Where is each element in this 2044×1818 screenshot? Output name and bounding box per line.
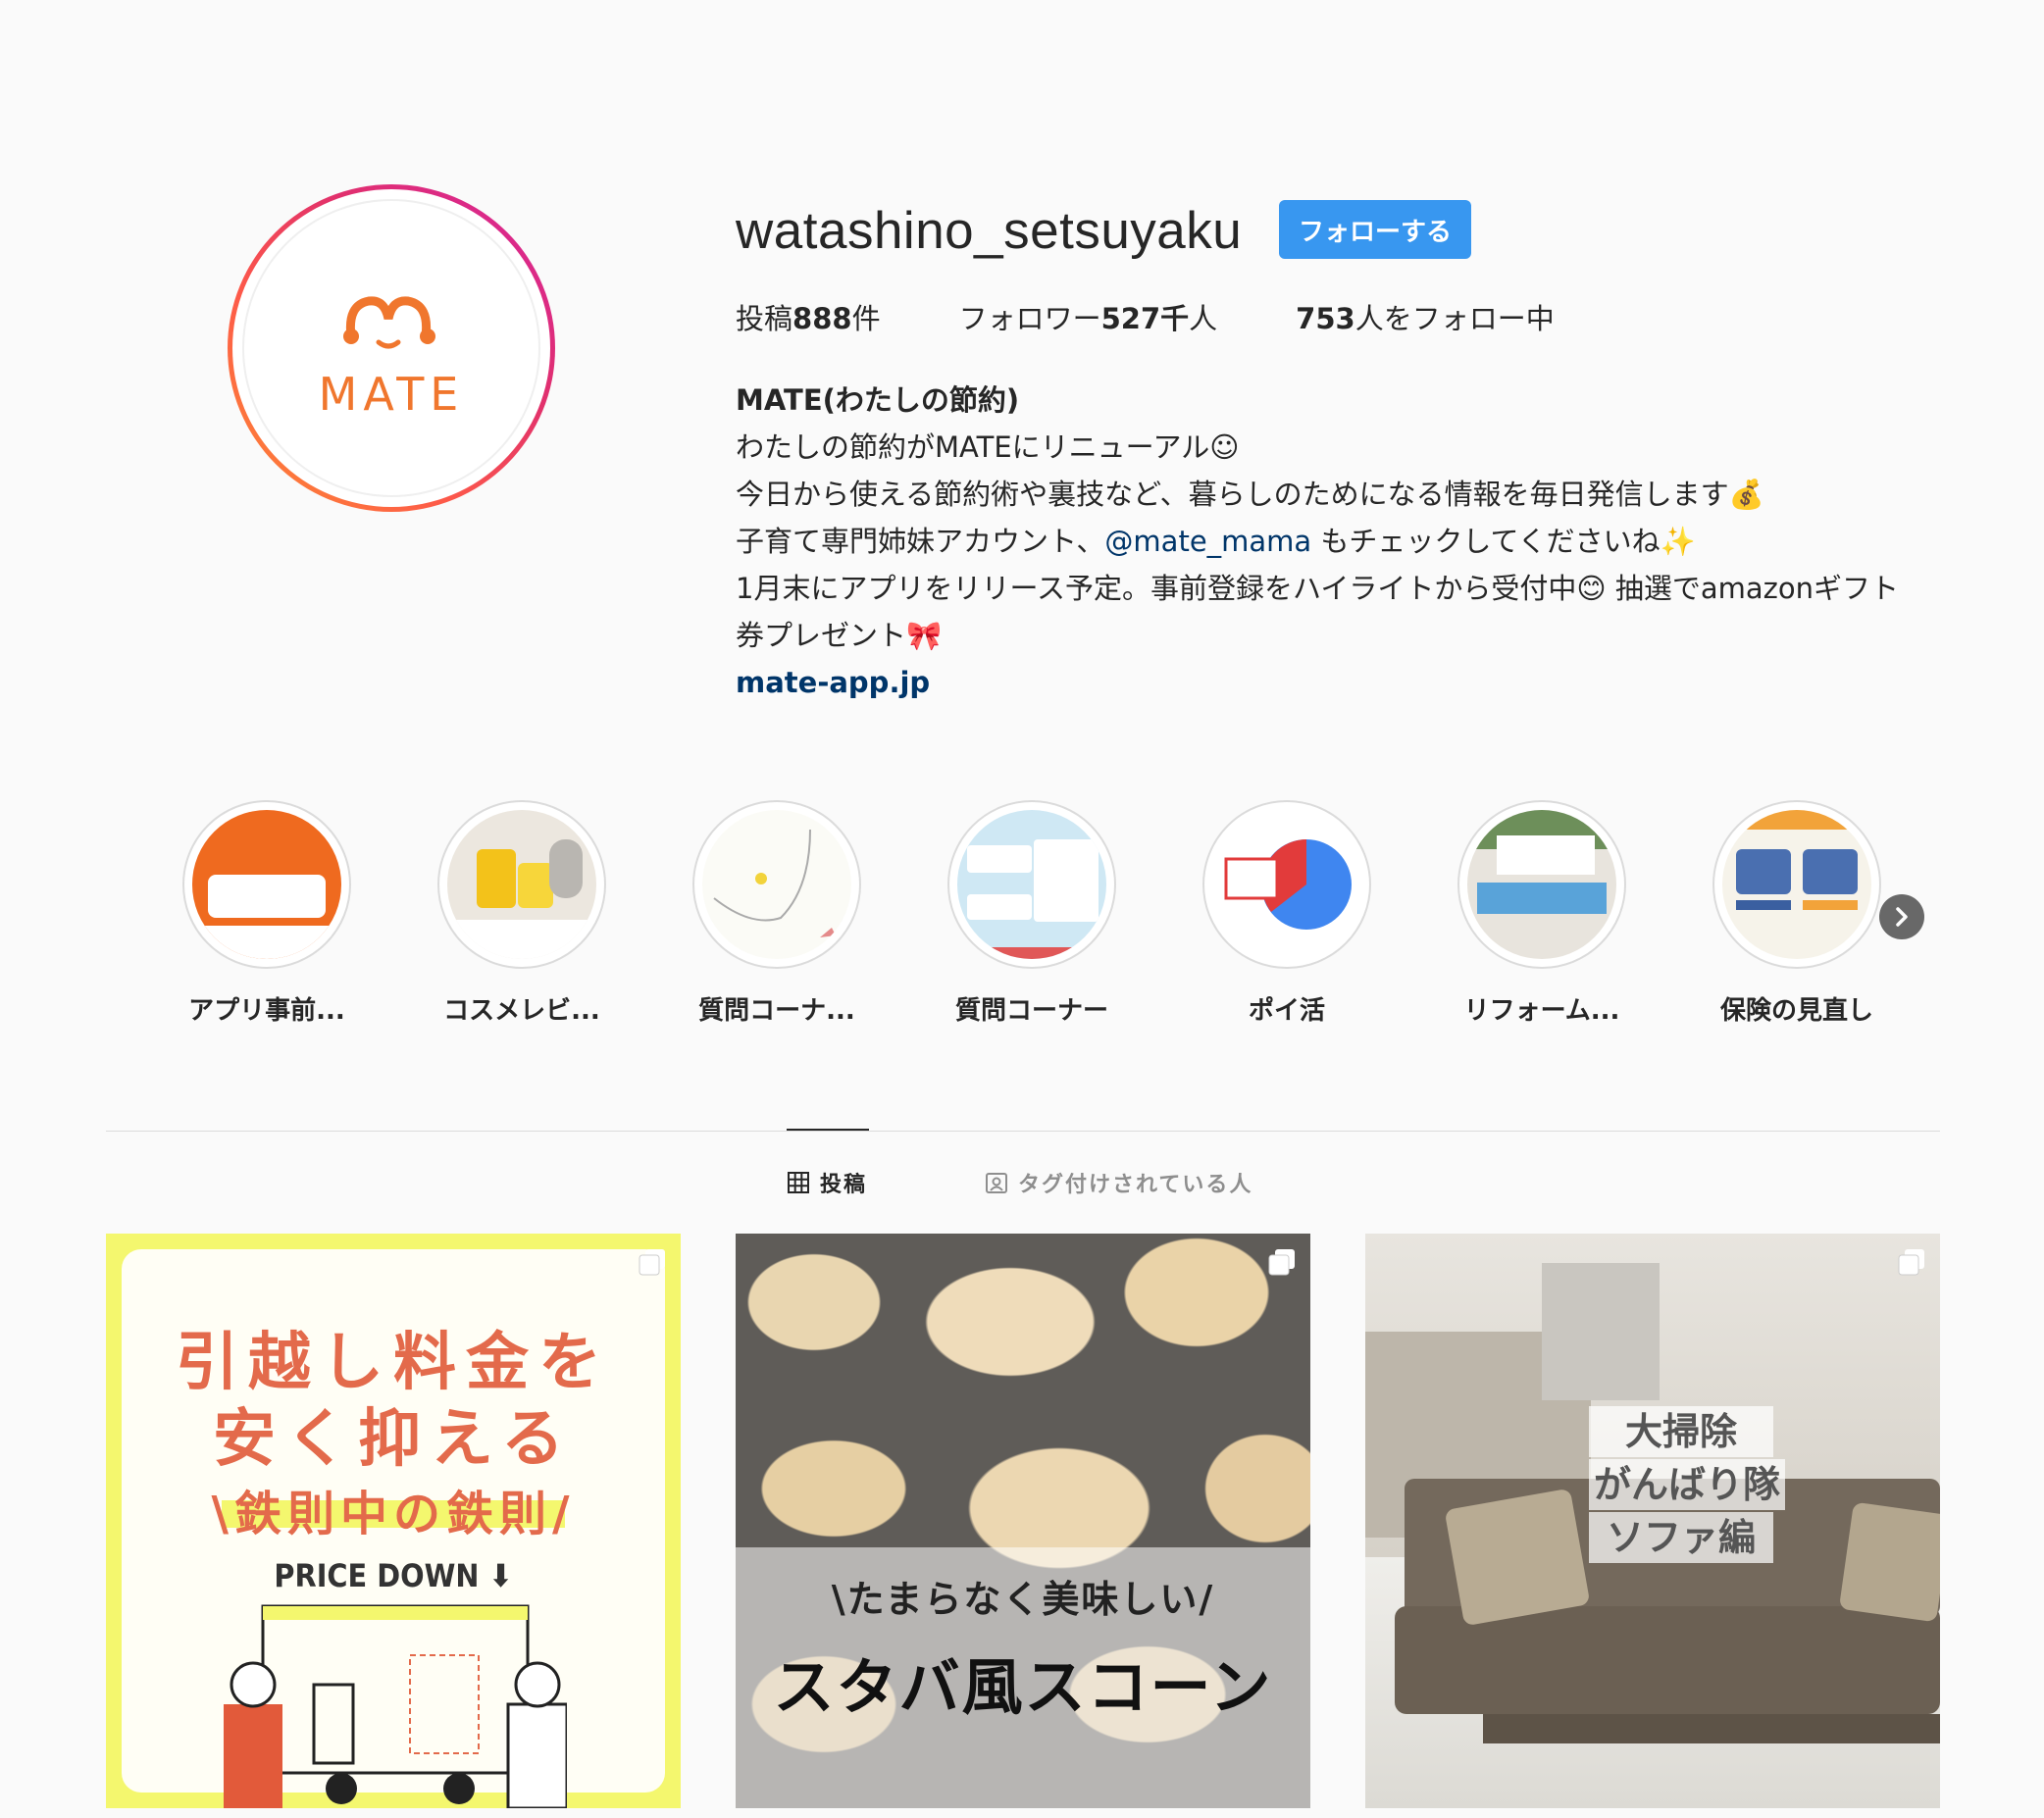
highlight-item[interactable]: ポイ活 xyxy=(1202,800,1371,1027)
multiple-images-icon xyxy=(1898,1249,1924,1276)
tab-tagged[interactable]: タグ付けされている人 xyxy=(985,1167,1252,1198)
avatar: MATE xyxy=(242,199,540,497)
avatar-logo-text: MATE xyxy=(318,368,465,421)
multiple-images-icon xyxy=(639,1249,665,1276)
post-caption-text: \鉄則中の鉄則/ xyxy=(211,1487,576,1541)
highlight-label: コスメレビ... xyxy=(443,996,600,1026)
profile-bio: MATE(わたしの節約) わたしの節約がMATEにリニューアル☺ 今日から使える… xyxy=(736,377,1942,706)
post-thumbnail[interactable]: 大掃除 がんばり隊 ソファ編 xyxy=(1365,1234,1940,1808)
bio-line: わたしの節約がMATEにリニューアル☺ xyxy=(736,430,1240,464)
highlight-item[interactable]: 質問コーナー xyxy=(947,800,1116,1027)
active-tab-indicator xyxy=(787,1129,869,1131)
highlight-item[interactable]: 質問コーナ... xyxy=(692,800,861,1027)
follow-button[interactable]: フォローする xyxy=(1279,200,1471,259)
highlight-cover xyxy=(957,810,1106,959)
profile-avatar-story-ring[interactable]: MATE xyxy=(228,184,555,512)
moving-truck-illustration xyxy=(224,1604,567,1808)
mate-logo-icon xyxy=(343,296,435,349)
instagram-profile-page: MATE watashino_setsuyaku フォローする 投稿888件 フ… xyxy=(0,0,2044,1818)
highlight-cover xyxy=(1212,810,1361,959)
chevron-right-icon xyxy=(1896,907,1908,927)
post-caption-text: 安く抑える xyxy=(212,1403,575,1476)
highlight-label: アプリ事前... xyxy=(188,996,345,1026)
range-hood-image xyxy=(1542,1263,1660,1400)
multiple-images-icon xyxy=(1268,1249,1295,1276)
highlight-label: リフォーム... xyxy=(1463,996,1620,1026)
story-highlights: アプリ事前... コスメレビ... 質問コーナ... 質問コーナー ポイ活 リフ… xyxy=(182,800,1928,1026)
highlights-next-button[interactable] xyxy=(1879,894,1924,939)
highlight-item[interactable]: 保険の見直し xyxy=(1712,800,1881,1027)
posts-count: 投稿888件 xyxy=(736,302,881,335)
bio-website-link[interactable]: mate-app.jp xyxy=(736,659,1942,706)
post-caption-text: スタバ風スコーン xyxy=(773,1651,1273,1723)
highlight-label: ポイ活 xyxy=(1248,996,1325,1026)
post-caption-text: 大掃除 xyxy=(1589,1406,1773,1457)
following-count[interactable]: 753人をフォロー中 xyxy=(1296,296,1555,337)
bio-line: 1月末にアプリをリリース予定。事前登録をハイライトから受付中😊 抽選でamazo… xyxy=(736,572,1900,605)
tabs-divider xyxy=(106,1131,1940,1132)
highlight-cover xyxy=(1467,810,1616,959)
highlight-label: 質問コーナー xyxy=(954,996,1108,1026)
highlight-label: 質問コーナ... xyxy=(698,996,855,1026)
cushion-image xyxy=(1444,1488,1591,1627)
highlight-cover xyxy=(702,810,851,959)
tab-posts[interactable]: 投稿 xyxy=(787,1167,867,1198)
post-caption-text: \たまらなく美味しい/ xyxy=(831,1578,1215,1621)
profile-username: watashino_setsuyaku xyxy=(736,202,1243,260)
highlight-label: 保険の見直し xyxy=(1719,996,1873,1026)
highlight-item[interactable]: リフォーム... xyxy=(1457,800,1626,1027)
cushion-image xyxy=(1838,1501,1940,1623)
highlight-cover xyxy=(192,810,341,959)
highlight-item[interactable]: コスメレビ... xyxy=(437,800,606,1027)
profile-display-name: MATE(わたしの節約) xyxy=(736,383,1020,417)
bio-line: 子育て専門姉妹アカウント、@mate_mama もチェックしてくださいね✨ xyxy=(736,525,1696,558)
post-thumbnail[interactable]: 引越し料金を 安く抑える \鉄則中の鉄則/ PRICE DOWN ⬇ xyxy=(106,1234,681,1808)
highlight-item[interactable]: アプリ事前... xyxy=(182,800,351,1027)
bio-mention-link[interactable]: @mate_mama xyxy=(1104,525,1311,558)
post-caption-text: ソファ編 xyxy=(1589,1512,1773,1563)
grid-icon xyxy=(788,1172,809,1193)
sofa-base-image xyxy=(1483,1714,1940,1743)
bio-line: 券プレゼント🎀 xyxy=(736,619,943,652)
post-thumbnail[interactable]: \たまらなく美味しい/ スタバ風スコーン xyxy=(736,1234,1310,1808)
highlight-cover xyxy=(447,810,596,959)
post-caption-text: がんばり隊 xyxy=(1589,1459,1785,1510)
profile-stats: 投稿888件 フォロワー527千人 753人をフォロー中 xyxy=(736,296,1633,337)
bio-line: 今日から使える節約術や裏技など、暮らしのためになる情報を毎日発信します💰 xyxy=(736,478,1764,511)
highlight-cover xyxy=(1722,810,1871,959)
profile-tabs: 投稿 タグ付けされている人 xyxy=(0,1167,2044,1200)
tagged-person-icon xyxy=(986,1173,1007,1193)
followers-count[interactable]: フォロワー527千人 xyxy=(959,296,1218,337)
